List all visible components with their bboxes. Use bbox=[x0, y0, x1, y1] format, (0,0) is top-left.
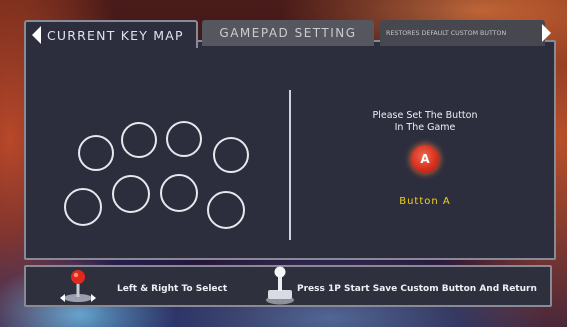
panel-divider bbox=[289, 90, 291, 240]
select-hint-text: Left & Right To Select bbox=[117, 284, 228, 294]
tab-restore-default[interactable]: RESTORES DEFAULT CUSTOM BUTTON bbox=[380, 20, 545, 46]
tab-restore-default-label: RESTORES DEFAULT CUSTOM BUTTON bbox=[386, 29, 507, 37]
key-slot-circle[interactable] bbox=[64, 188, 102, 226]
key-slot-circle[interactable] bbox=[112, 175, 150, 213]
prompt-line-2: In The Game bbox=[394, 122, 456, 133]
tab-current-key-map-label: CURRENT KEY MAP bbox=[47, 27, 184, 43]
key-slot-circle[interactable] bbox=[166, 121, 202, 157]
arrow-left-icon[interactable] bbox=[32, 26, 41, 44]
key-slot-circle[interactable] bbox=[121, 122, 157, 158]
key-slot-circle[interactable] bbox=[160, 174, 198, 212]
key-slot-circle[interactable] bbox=[213, 137, 249, 173]
arrow-right-icon[interactable] bbox=[542, 24, 551, 42]
tab-current-key-map[interactable]: CURRENT KEY MAP bbox=[24, 20, 198, 48]
tab-gamepad-setting[interactable]: GAMEPAD SETTING bbox=[202, 20, 374, 46]
key-slot-circle[interactable] bbox=[78, 135, 114, 171]
key-slot-circle[interactable] bbox=[207, 191, 245, 229]
button-a-glyph: A bbox=[420, 152, 430, 166]
tab-gamepad-setting-label: GAMEPAD SETTING bbox=[219, 26, 357, 40]
joystick-icon bbox=[60, 270, 96, 302]
stick-icon bbox=[266, 266, 294, 305]
set-button-prompt: Please Set The Button In The Game bbox=[345, 110, 505, 134]
prompt-line-1: Please Set The Button bbox=[372, 110, 478, 121]
button-a-icon: A bbox=[411, 145, 439, 173]
save-hint-text: Press 1P Start Save Custom Button And Re… bbox=[297, 284, 537, 294]
active-button-label: Button A bbox=[399, 196, 451, 207]
